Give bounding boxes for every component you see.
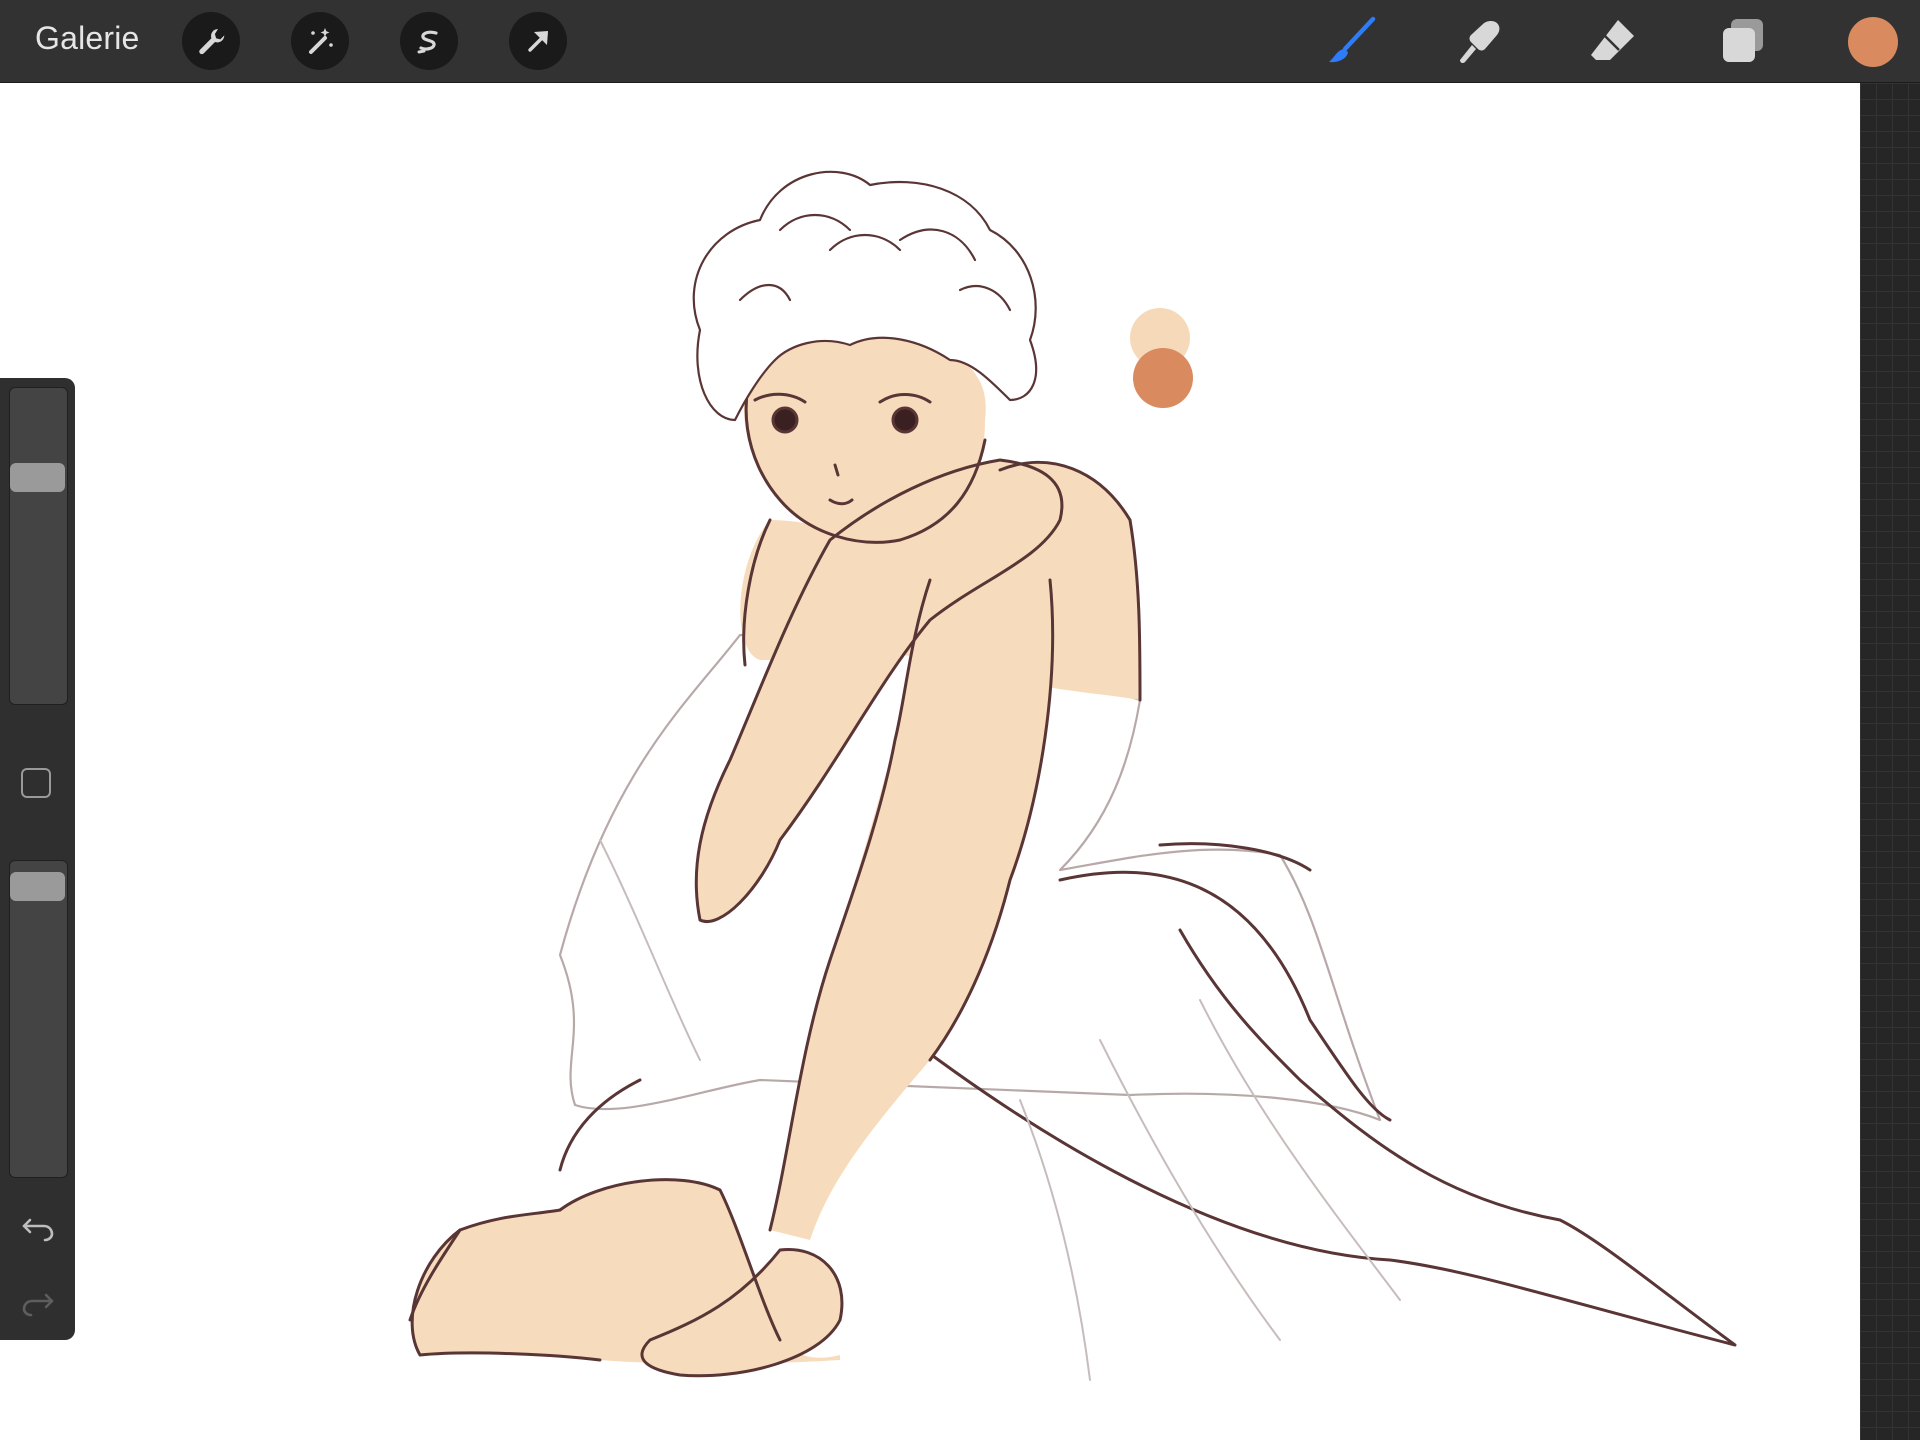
artwork-illustration: [408, 170, 1737, 1381]
layers-tool[interactable]: [1712, 10, 1774, 72]
transform-button[interactable]: [509, 12, 567, 70]
eraser-tool[interactable]: [1582, 10, 1644, 72]
wrench-icon: [199, 29, 225, 55]
brush-size-slider[interactable]: [9, 387, 68, 705]
actions-button[interactable]: [182, 12, 240, 70]
adjustments-button[interactable]: [291, 12, 349, 70]
smudge-icon: [1460, 21, 1500, 64]
opacity-slider[interactable]: [9, 860, 68, 1178]
arrow-cursor-icon: [528, 31, 548, 52]
current-color-button[interactable]: [1848, 17, 1898, 67]
left-sidebar: [0, 378, 75, 1340]
square-modifier-icon[interactable]: [21, 768, 51, 798]
selection-button[interactable]: [400, 12, 458, 70]
magic-wand-icon: [309, 28, 333, 54]
layers-icon: [1723, 19, 1763, 62]
smudge-tool[interactable]: [1450, 10, 1512, 72]
drawing-canvas[interactable]: [0, 83, 1860, 1440]
selection-s-icon: [417, 30, 438, 54]
opacity-knob[interactable]: [10, 872, 65, 901]
gallery-button[interactable]: Galerie: [35, 20, 140, 57]
undo-icon[interactable]: [20, 1208, 56, 1244]
canvas-edge-grid: [1860, 83, 1920, 1440]
top-toolbar: Galerie: [0, 0, 1920, 83]
redo-icon[interactable]: [20, 1283, 56, 1319]
brush-size-knob[interactable]: [10, 463, 65, 492]
brush-tool[interactable]: [1320, 10, 1382, 72]
eraser-icon: [1591, 20, 1634, 60]
brush-icon: [1329, 16, 1376, 63]
